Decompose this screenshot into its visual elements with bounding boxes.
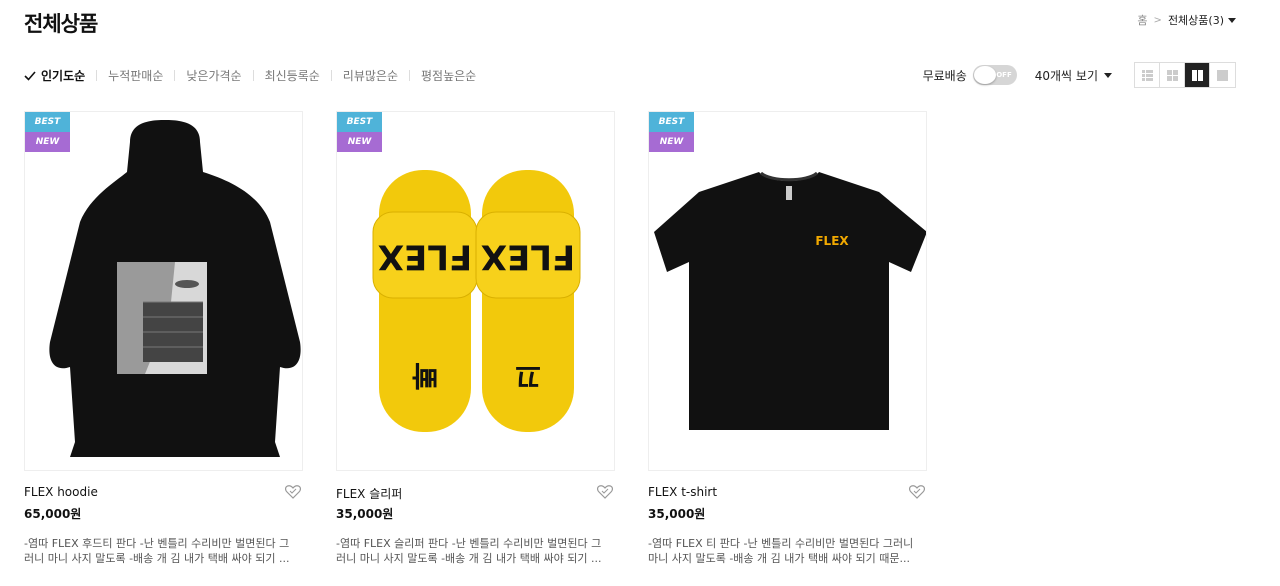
free-shipping-label: 무료배송 [922, 68, 967, 83]
divider [174, 70, 176, 81]
product-grid: BEST NEW FLEX hoodie 65,000원 -염따 FLEX 후드… [24, 111, 960, 566]
badge-group: BEST NEW [25, 112, 70, 152]
heart-icon[interactable] [597, 485, 613, 499]
view-list-button[interactable] [1135, 63, 1160, 87]
sort-label: 최신등록순 [264, 69, 320, 83]
badge-group: BEST NEW [337, 112, 382, 152]
sort-label: 평점높은순 [420, 69, 477, 83]
slipper-right-print: FLEX [481, 237, 575, 277]
sort-cumulative-sales[interactable]: 누적판매순 [108, 67, 163, 84]
product-card[interactable]: BEST NEW FLEX FLEX t-shirt 35,000원 -염따 F… [648, 111, 927, 566]
caret-down-icon [1104, 72, 1112, 78]
tshirt-print: FLEX [815, 234, 849, 248]
list-view-icon [1141, 69, 1153, 81]
view-grid4-button[interactable] [1160, 63, 1185, 87]
breadcrumb: 홈 > 전체상품(3) [1137, 12, 1236, 28]
divider [330, 70, 332, 81]
product-card[interactable]: BEST NEW FLEX FLEX 빠 끄 FLEX 슬리퍼 35,000원 … [336, 111, 615, 566]
per-page-select[interactable]: 40개씩 보기 [1035, 67, 1112, 84]
free-shipping-toggle[interactable]: OFF [972, 65, 1017, 85]
check-icon [24, 70, 36, 81]
breadcrumb-current[interactable]: 전체상품(3) [1168, 12, 1224, 28]
product-description: -염따 FLEX 슬리퍼 판다 -난 벤틀리 수리비만 벌면된다 그러니 마니 … [336, 537, 602, 565]
product-name[interactable]: FLEX 슬리퍼 [336, 485, 615, 501]
divider [252, 70, 254, 81]
product-price: 35,000원 [648, 507, 706, 521]
heart-icon[interactable] [909, 485, 925, 499]
badge-group: BEST NEW [649, 112, 694, 152]
page-title: 전체상품 [24, 12, 98, 36]
divider [408, 70, 410, 81]
sort-label: 인기도순 [41, 69, 86, 83]
breadcrumb-home[interactable]: 홈 [1137, 12, 1147, 28]
slipper-left-print: FLEX [378, 237, 472, 277]
product-description: -염따 FLEX 티 판다 -난 벤틀리 수리비만 벌면된다 그러니 마니 사지… [648, 537, 914, 565]
heart-icon[interactable] [285, 485, 301, 499]
single-view-icon [1217, 69, 1228, 81]
grid-view-icon [1166, 69, 1178, 81]
product-image-slipper[interactable]: BEST NEW FLEX FLEX 빠 끄 [336, 111, 615, 471]
sort-most-reviews[interactable]: 리뷰많은순 [343, 67, 398, 84]
product-name[interactable]: FLEX hoodie [24, 485, 303, 501]
sort-low-price[interactable]: 낮은가격순 [186, 67, 241, 84]
new-badge: NEW [25, 132, 70, 152]
best-badge: BEST [25, 112, 70, 132]
view-mode-group [1134, 62, 1236, 88]
sort-newest[interactable]: 최신등록순 [265, 67, 320, 84]
product-image-hoodie[interactable]: BEST NEW [24, 111, 303, 471]
new-badge: NEW [649, 132, 694, 152]
best-badge: BEST [337, 112, 382, 132]
product-price: 35,000원 [336, 507, 394, 521]
per-page-value: 40개씩 보기 [1034, 68, 1098, 83]
slipper-right-text: 끄 [515, 359, 541, 392]
product-name[interactable]: FLEX t-shirt [648, 485, 927, 501]
sort-bar: 인기도순 누적판매순 낮은가격순 최신등록순 리뷰많은순 평점높은순 [24, 67, 476, 84]
sort-label: 낮은가격순 [186, 69, 242, 83]
divider [96, 70, 98, 81]
sort-top-rated[interactable]: 평점높은순 [421, 67, 476, 84]
two-column-icon [1191, 69, 1203, 81]
hoodie-illustration [49, 120, 301, 457]
best-badge: BEST [649, 112, 694, 132]
caret-down-icon[interactable] [1228, 17, 1236, 23]
toggle-knob [973, 66, 996, 84]
sort-label: 누적판매순 [108, 69, 164, 83]
slipper-left-text: 빠 [412, 359, 438, 392]
product-price: 65,000원 [24, 507, 82, 521]
product-image-tshirt[interactable]: BEST NEW FLEX [648, 111, 927, 471]
sort-label: 리뷰많은순 [342, 69, 398, 83]
sort-popular[interactable]: 인기도순 [24, 67, 85, 84]
view-single-button[interactable] [1210, 63, 1235, 87]
toggle-state: OFF [996, 71, 1012, 79]
chevron-right-icon: > [1153, 14, 1162, 26]
product-card[interactable]: BEST NEW FLEX hoodie 65,000원 -염따 FLEX 후드… [24, 111, 303, 566]
new-badge: NEW [337, 132, 382, 152]
view-grid2-button[interactable] [1185, 63, 1210, 87]
list-tools: 무료배송 OFF 40개씩 보기 [923, 62, 1236, 88]
tshirt-illustration: FLEX [654, 171, 926, 430]
product-description: -염따 FLEX 후드티 판다 -난 벤틀리 수리비만 벌면된다 그러니 마니 … [24, 537, 290, 565]
slipper-illustration: FLEX FLEX 빠 끄 [372, 170, 581, 432]
